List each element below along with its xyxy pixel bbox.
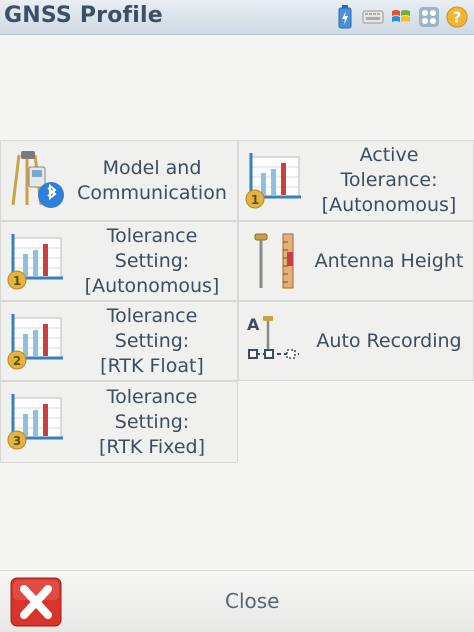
help-icon[interactable]: ?: [446, 5, 468, 29]
model-communication-item[interactable]: Model and Communication: [0, 140, 238, 221]
tolerance-rtk-fixed-item[interactable]: 3 Tolerance Setting: [RTK Fixed]: [0, 381, 238, 463]
close-icon[interactable]: [10, 577, 62, 627]
battery-charging-icon[interactable]: [334, 5, 356, 29]
close-button[interactable]: Close: [225, 589, 325, 613]
model-communication-label: Model and Communication: [77, 156, 227, 204]
svg-text:2: 2: [13, 354, 21, 368]
keyboard-icon[interactable]: [362, 5, 384, 29]
tolerance-chart-1-icon: 1: [7, 234, 63, 290]
svg-text:?: ?: [453, 10, 462, 27]
tolerance-chart-3-icon: 3: [7, 394, 63, 450]
page-title: GNSS Profile: [4, 3, 163, 28]
title-bar: GNSS Profile ?: [0, 0, 474, 35]
bottom-bar: Close: [0, 570, 474, 632]
receiver-bluetooth-icon: [11, 151, 64, 208]
auto-record-icon: A: [247, 315, 299, 359]
tolerance-rtk-float-label: Tolerance Setting: [RTK Float]: [100, 304, 204, 377]
tolerance-chart-1-icon: 1: [245, 153, 301, 209]
svg-text:1: 1: [251, 193, 259, 207]
svg-text:A: A: [247, 315, 260, 334]
auto-recording-label: Auto Recording: [316, 329, 462, 352]
tolerance-rtk-float-item[interactable]: 2 Tolerance Setting: [RTK Float]: [0, 301, 238, 381]
windows-start-icon[interactable]: [390, 5, 412, 29]
tolerance-rtk-fixed-label: Tolerance Setting: [RTK Fixed]: [99, 385, 205, 458]
apps-grid-icon[interactable]: [418, 5, 440, 29]
tolerance-autonomous-item[interactable]: 1 Tolerance Setting: [Autonomous]: [0, 221, 238, 301]
svg-text:3: 3: [13, 434, 21, 448]
antenna-height-label: Antenna Height: [314, 249, 464, 272]
status-icons: ?: [334, 4, 468, 30]
active-tolerance-item[interactable]: 1 Active Tolerance: [Autonomous]: [238, 140, 474, 221]
antenna-height-item[interactable]: Antenna Height: [238, 221, 474, 301]
svg-text:1: 1: [13, 274, 21, 288]
tolerance-autonomous-label: Tolerance Setting: [Autonomous]: [84, 224, 220, 297]
active-tolerance-label: Active Tolerance: [Autonomous]: [321, 144, 457, 216]
tolerance-chart-2-icon: 2: [7, 314, 63, 370]
menu-grid: Model and Communication 1 Active Toleran…: [0, 140, 474, 463]
antenna-ruler-icon: [254, 233, 294, 289]
auto-recording-item[interactable]: A Auto Recording: [238, 301, 474, 381]
